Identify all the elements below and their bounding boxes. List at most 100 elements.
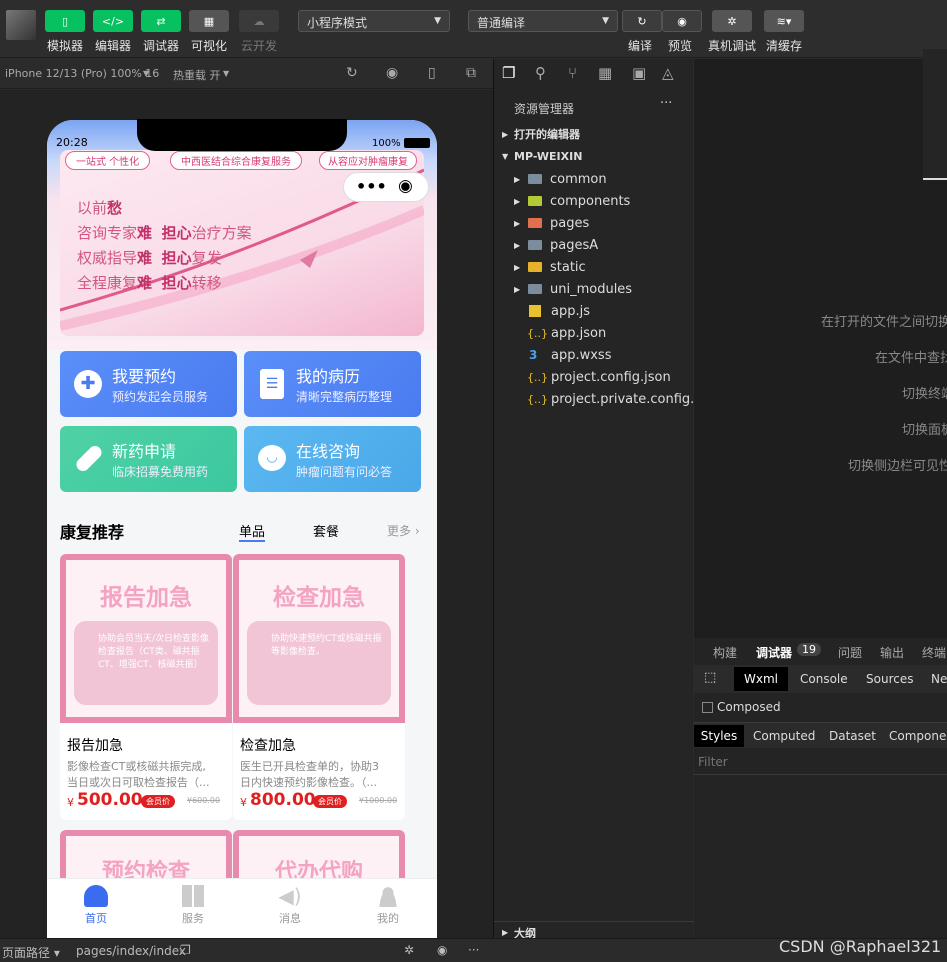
records-card[interactable]: ☰ 我的病历 清晰完整病历整理 <box>244 351 421 417</box>
device-select[interactable]: iPhone 12/13 (Pro) 100% 16 <box>5 67 159 80</box>
tab-styles[interactable]: Styles <box>694 725 744 747</box>
eye-icon[interactable]: ◉ <box>437 943 447 957</box>
phone-icon[interactable]: ▯ <box>428 65 436 81</box>
product-card[interactable]: 检查加急 协助快速预约CT或核磁共振等影像检查。 检查加急 医生已开具检查单的，… <box>233 554 405 820</box>
hotreload-select[interactable]: 热重载 开 <box>173 67 221 83</box>
clear-cache-button[interactable]: ≋▾ <box>764 10 804 32</box>
search-icon[interactable]: ⚲ <box>535 64 546 82</box>
more-icon[interactable]: ••• <box>356 177 387 196</box>
tab-package[interactable]: 套餐 <box>313 521 339 540</box>
banner-pill: 一站式 个性化 <box>65 151 151 170</box>
editor-toggle-button[interactable]: </> <box>93 10 133 32</box>
save-icon[interactable]: ▣ <box>632 64 646 82</box>
folder-icon <box>528 218 542 228</box>
appointment-card[interactable]: ✚ 我要预约 预约发起会员服务 <box>60 351 237 417</box>
consult-card[interactable]: ◡ 在线咨询 肿瘤问题有问必答 <box>244 426 421 492</box>
grid-icon <box>182 885 204 907</box>
filter-input[interactable] <box>698 752 943 772</box>
more-icon[interactable]: ··· <box>660 96 672 111</box>
preview-button[interactable]: ◉ <box>662 10 702 32</box>
activity-bar: ❐ ⚲ ⑂ ▦ ▣ ◬ <box>494 59 694 91</box>
devtools-subtabs: ⬚ Wxml Console Sources Ne <box>694 665 947 693</box>
mode-select[interactable]: 小程序模式 ▼ <box>298 10 450 32</box>
file-item[interactable]: {..} project.config.json <box>494 366 694 388</box>
files-icon[interactable]: ❐ <box>502 64 515 82</box>
folder-item[interactable]: ▶ components <box>494 190 694 212</box>
menu-capsule[interactable]: ••• ◉ <box>343 172 429 202</box>
docker-icon[interactable]: ◬ <box>662 64 674 82</box>
tab-dataset[interactable]: Dataset <box>829 729 876 743</box>
folder-item[interactable]: ▶ uni_modules <box>494 278 694 300</box>
tab-console[interactable]: Console <box>800 672 848 686</box>
cloud-toggle-button[interactable]: ☁ <box>239 10 279 32</box>
tab-terminal[interactable]: 终端 <box>922 644 946 661</box>
checkbox-box[interactable] <box>702 702 713 713</box>
visual-toggle-button[interactable]: ▦ <box>189 10 229 32</box>
chevron-down-icon: ▼ <box>143 69 150 78</box>
chevron-right-icon: ▶ <box>514 218 521 228</box>
extensions-icon[interactable]: ▦ <box>598 64 612 82</box>
tab-service[interactable]: 服务 <box>169 885 217 926</box>
inspect-icon[interactable]: ⬚ <box>704 670 716 685</box>
tab-single[interactable]: 单品 <box>239 521 266 542</box>
folder-item[interactable]: ▶ pagesA <box>494 234 694 256</box>
product-price: 500.00 <box>77 790 143 810</box>
json-file-icon: {..} <box>527 326 548 340</box>
page-path-label[interactable]: 页面路径 ▾ <box>2 944 60 961</box>
tab-problems[interactable]: 问题 <box>838 644 862 661</box>
close-capsule-icon[interactable]: ◉ <box>398 176 413 196</box>
watermark: CSDN @Raphael321 <box>779 937 942 956</box>
tab-component[interactable]: Componen <box>889 729 947 743</box>
stop-icon[interactable]: ◉ <box>386 65 398 81</box>
file-item[interactable]: {..} project.private.config.js... <box>494 388 717 410</box>
tab-home[interactable]: 首页 <box>72 885 120 926</box>
file-item[interactable]: 3 app.wxss <box>494 344 694 366</box>
remote-debug-button[interactable]: ✲ <box>712 10 752 32</box>
tab-debugger[interactable]: 调试器 <box>756 644 792 661</box>
tab-message[interactable]: ◀) 消息 <box>266 885 314 926</box>
window-icon[interactable]: ⧉ <box>466 65 476 81</box>
tab-bar: 首页 服务 ◀) 消息 我的 <box>47 878 437 938</box>
simulator-toggle-button[interactable]: ▯ <box>45 10 85 32</box>
refresh-icon[interactable]: ↻ <box>346 65 358 81</box>
file-item[interactable]: {..} app.json <box>494 322 694 344</box>
new-drug-card[interactable]: 新药申请 临床招募免费用药 <box>60 426 237 492</box>
status-battery: 100% <box>372 138 401 149</box>
project-section[interactable]: ▼ MP-WEIXIN <box>494 145 694 167</box>
product-image-text: 协助会员当天/次日检查影像检查报告（CT类、磁共振CT、增强CT、核磁共振） <box>98 634 210 670</box>
debugger-toggle-button[interactable]: ⇄ <box>141 10 181 32</box>
layers-icon: ≋▾ <box>776 14 792 28</box>
more-link[interactable]: 更多 › <box>387 522 420 539</box>
compile-button[interactable]: ↻ <box>622 10 662 32</box>
page-path: pages/index/index <box>76 944 186 958</box>
tab-build[interactable]: 构建 <box>713 644 737 661</box>
tab-mine[interactable]: 我的 <box>364 885 412 926</box>
tab-wxml[interactable]: Wxml <box>734 667 788 691</box>
folder-item[interactable]: ▶ common <box>494 168 694 190</box>
tab-label: 首页 <box>85 912 107 925</box>
git-icon[interactable]: ⑂ <box>568 64 577 82</box>
devtools-panel: 构建 调试器 19 问题 输出 终端 ⬚ Wxml Console Source… <box>694 638 947 938</box>
compile-select[interactable]: 普通编译 ▼ <box>468 10 618 32</box>
folder-item[interactable]: ▶ pages <box>494 212 694 234</box>
tab-network[interactable]: Ne <box>931 672 947 686</box>
folder-item[interactable]: ▶ static <box>494 256 694 278</box>
hint-text: 切换面板 <box>902 423 947 438</box>
copy-icon[interactable]: ❐ <box>180 943 191 957</box>
tab-sources[interactable]: Sources <box>866 672 913 686</box>
chevron-down-icon: ▼ <box>434 16 441 26</box>
composed-checkbox[interactable]: Composed <box>702 700 781 714</box>
bug-icon[interactable]: ✲ <box>404 943 414 957</box>
tab-output[interactable]: 输出 <box>880 644 904 661</box>
card-subtitle: 预约发起会员服务 <box>112 390 209 404</box>
tab-computed[interactable]: Computed <box>753 729 815 743</box>
file-item[interactable]: app.js <box>494 300 694 322</box>
plus-circle-icon: ✚ <box>74 370 102 398</box>
chevron-down-icon: ▼ <box>223 69 230 78</box>
hint-text: 切换终端 <box>902 387 947 402</box>
open-editors-section[interactable]: ▶ 打开的编辑器 <box>494 123 694 145</box>
avatar[interactable] <box>6 10 36 40</box>
banner-pill: 中西医结合综合康复服务 <box>170 151 302 170</box>
more-icon[interactable]: ··· <box>468 943 479 957</box>
product-card[interactable]: 报告加急 协助会员当天/次日检查影像检查报告（CT类、磁共振CT、增强CT、核磁… <box>60 554 232 820</box>
